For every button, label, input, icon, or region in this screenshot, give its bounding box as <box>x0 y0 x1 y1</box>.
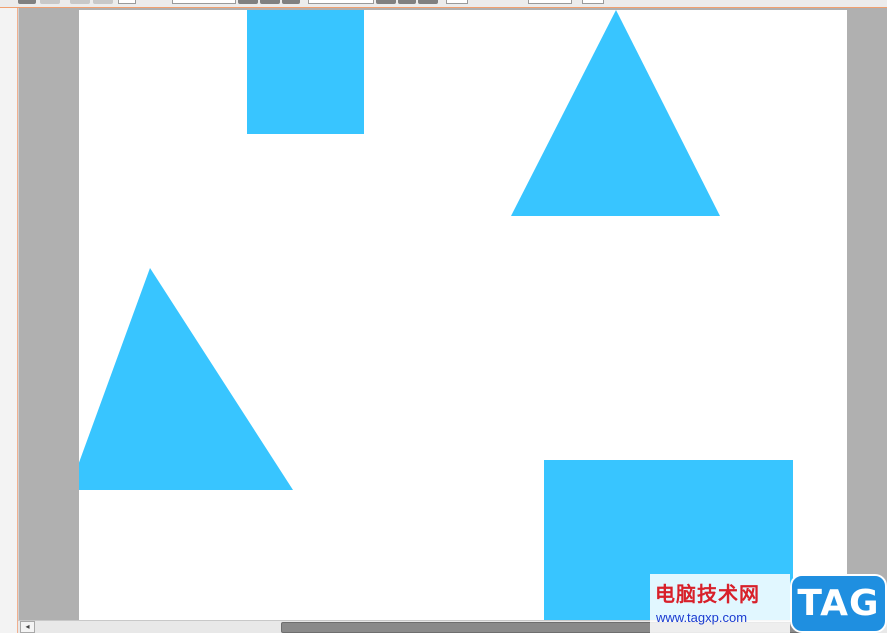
shapes-layer <box>79 10 793 620</box>
triangle-shape[interactable] <box>511 10 720 216</box>
left-gutter <box>0 8 18 633</box>
watermark: 电脑技术网 www.tagxp.com TAG <box>650 574 887 633</box>
toolbar-button[interactable] <box>376 0 396 4</box>
scroll-left-arrow-icon[interactable]: ◂ <box>20 621 35 633</box>
triangle-shape[interactable] <box>79 268 293 490</box>
watermark-text-box: 电脑技术网 www.tagxp.com <box>650 574 790 633</box>
editing-viewport[interactable] <box>18 8 887 620</box>
slide-canvas[interactable] <box>79 10 847 620</box>
toolbar-button[interactable] <box>282 0 300 4</box>
toolbar-button[interactable] <box>238 0 258 4</box>
watermark-site-name: 电脑技术网 <box>655 582 760 606</box>
toolbar-field[interactable] <box>446 0 468 4</box>
watermark-tag-logo: TAG <box>790 574 887 633</box>
toolbar <box>0 0 887 8</box>
font-name-field[interactable] <box>172 0 236 4</box>
font-size-field[interactable] <box>308 0 374 4</box>
watermark-url: www.tagxp.com <box>656 610 748 625</box>
toolbar-button[interactable] <box>398 0 416 4</box>
toolbar-field[interactable] <box>582 0 604 4</box>
toolbar-button[interactable] <box>260 0 280 4</box>
toolbar-button[interactable] <box>70 0 90 4</box>
rectangle-shape[interactable] <box>247 10 364 134</box>
toolbar-field[interactable] <box>118 0 136 4</box>
zoom-field[interactable] <box>528 0 572 4</box>
toolbar-button[interactable] <box>418 0 438 4</box>
toolbar-button[interactable] <box>93 0 113 4</box>
toolbar-button[interactable] <box>40 0 60 4</box>
toolbar-button[interactable] <box>18 0 36 4</box>
watermark-tag-text: TAG <box>797 583 880 624</box>
